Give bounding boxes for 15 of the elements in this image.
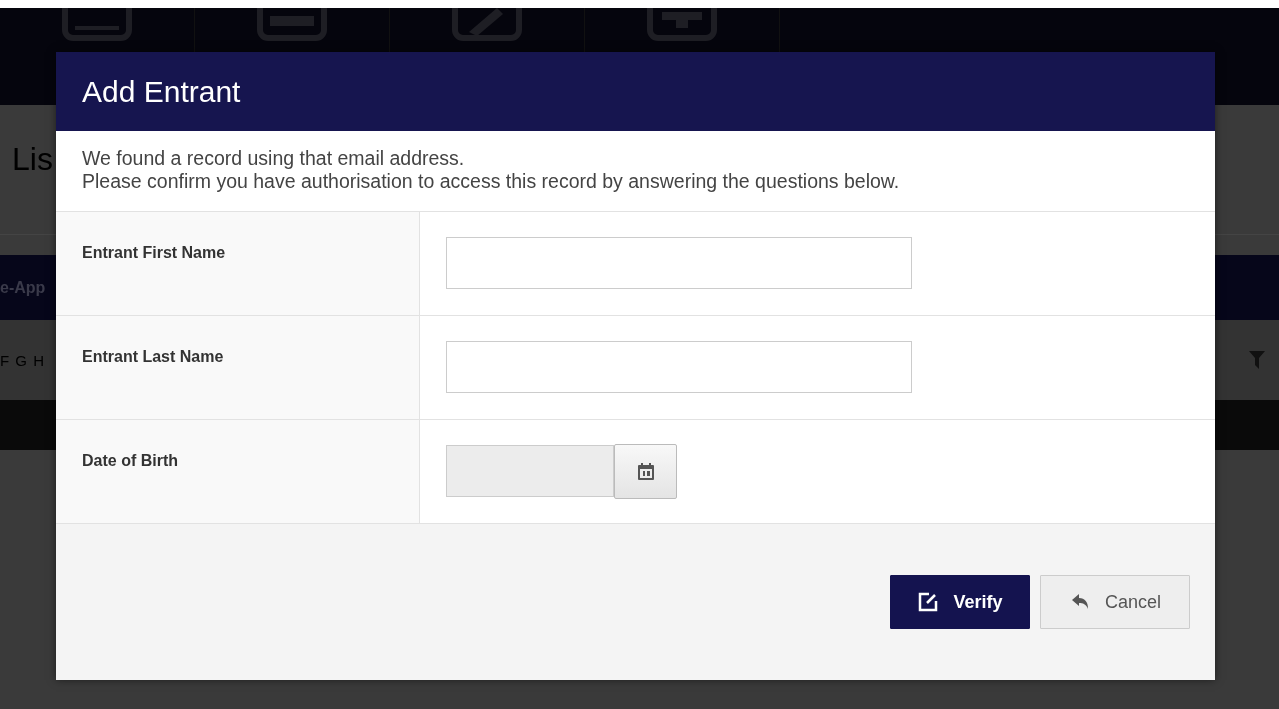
page-title: Lis: [12, 141, 53, 178]
verify-button[interactable]: Verify: [890, 575, 1030, 629]
input-field[interactable]: [446, 237, 912, 289]
message-text: Please confirm you have authorisation to access this record by answering the questions below.: [82, 170, 901, 193]
calendar-button[interactable]: [614, 444, 677, 499]
cancel-button[interactable]: Cancel: [1040, 575, 1190, 629]
field-label: Entrant First Name: [82, 244, 226, 261]
dialog-title: Add Entrant: [82, 74, 241, 109]
calendar-icon: [637, 463, 654, 480]
filter-icon[interactable]: [1249, 351, 1265, 369]
edit-icon: [917, 591, 940, 613]
field-label: Date of Birth: [82, 452, 178, 469]
field-label: Entrant Last Name: [82, 348, 224, 365]
message-text: We found a record using that email address.: [82, 147, 466, 170]
input-field[interactable]: [446, 341, 912, 393]
